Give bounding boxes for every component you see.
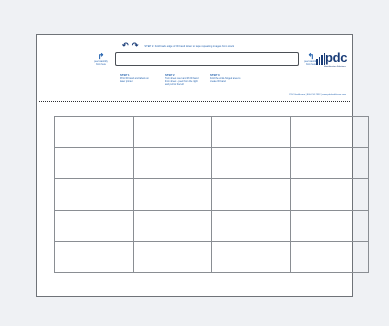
label-cell[interactable] — [290, 148, 369, 180]
label-cell[interactable] — [55, 148, 134, 180]
step-2: STEP 2 Turn sheet over and lift ID band … — [165, 73, 199, 87]
label-cell[interactable] — [212, 179, 291, 211]
label-cell[interactable] — [290, 179, 369, 211]
label-cell[interactable] — [55, 117, 134, 149]
label-cell[interactable] — [55, 179, 134, 211]
label-cell[interactable] — [55, 210, 134, 242]
rotate-left-arrow-icon: ↶ — [122, 41, 129, 50]
wristband-strip[interactable] — [115, 52, 299, 66]
label-cell[interactable] — [290, 117, 369, 149]
steps-row: STEP 1 Print ID band and labels on laser… — [120, 73, 244, 87]
label-cell[interactable] — [212, 117, 291, 149]
step-description: Print ID band and labels on laser printe… — [120, 77, 149, 84]
label-cell[interactable] — [133, 117, 212, 149]
label-sheet: ↶ ↷ STEP 2: Fold back edge of ID band do… — [36, 34, 369, 297]
step-description: Turn sheet over and lift ID band from sh… — [165, 77, 199, 87]
fold-instruction-text: STEP 2: Fold back edge of ID band down t… — [144, 44, 235, 48]
peel-left-marker: ↱ peel carefully from here — [91, 53, 111, 66]
label-cell[interactable] — [133, 148, 212, 180]
fold-instruction: ↶ ↷ STEP 2: Fold back edge of ID band do… — [122, 42, 234, 50]
logo-tagline: Identification Solutions — [324, 66, 346, 68]
step-1: STEP 1 Print ID band and labels on laser… — [120, 73, 154, 86]
perforation-line — [39, 101, 350, 102]
logo-wordmark: pdc — [325, 50, 348, 65]
label-grid — [54, 116, 369, 273]
label-cell[interactable] — [212, 241, 291, 273]
company-footnote: PDC Healthcare | 800-214-7332 | www.pdch… — [289, 94, 346, 96]
label-cell[interactable] — [133, 179, 212, 211]
label-cell[interactable] — [212, 210, 291, 242]
logo-bars-icon — [316, 53, 325, 65]
peel-left-label: peel carefully from here — [94, 61, 108, 66]
step-description: Fold the wrist-hinged area to create ID … — [210, 77, 241, 84]
label-cell[interactable] — [290, 210, 369, 242]
label-cell[interactable] — [290, 241, 369, 273]
label-cell[interactable] — [133, 241, 212, 273]
curved-arrow-icon: ↱ — [97, 52, 105, 61]
label-cell[interactable] — [55, 241, 134, 273]
pdc-logo: pdc Identification Solutions — [316, 51, 350, 71]
label-cell[interactable] — [212, 148, 291, 180]
rotate-right-arrow-icon: ↷ — [131, 41, 139, 50]
step-3: STEP 3 Fold the wrist-hinged area to cre… — [210, 73, 244, 86]
label-cell[interactable] — [133, 210, 212, 242]
